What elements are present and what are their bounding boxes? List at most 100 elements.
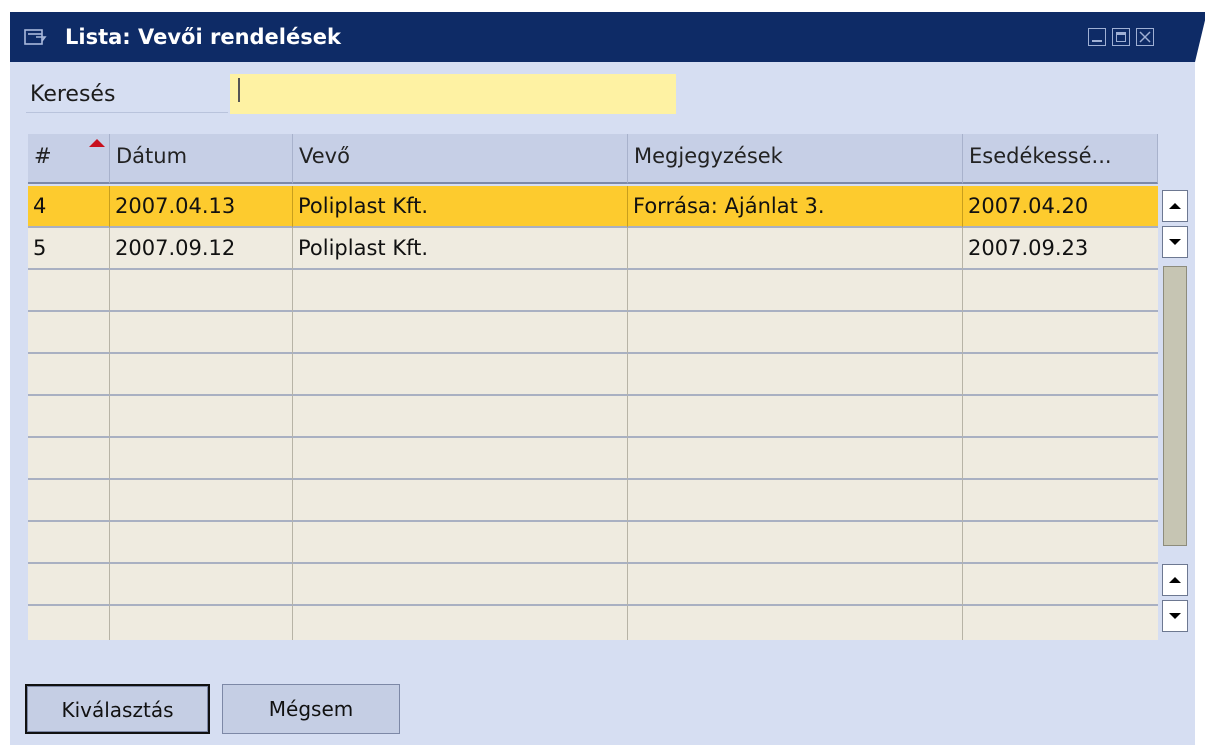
maximize-icon[interactable]	[1112, 28, 1130, 46]
text-caret	[238, 78, 240, 102]
title-bar-notch	[1195, 12, 1205, 62]
table-row-empty[interactable]	[28, 312, 1158, 354]
page-down-button[interactable]	[1162, 226, 1188, 258]
cell-empty	[293, 606, 628, 640]
cell-empty	[110, 396, 293, 438]
cell-empty	[963, 438, 1158, 480]
scroll-down-button[interactable]	[1162, 600, 1188, 632]
table-row-empty[interactable]	[28, 438, 1158, 480]
cell-empty	[110, 564, 293, 606]
page-up-button[interactable]	[1162, 190, 1188, 222]
cell-empty	[28, 480, 110, 522]
cell-empty	[28, 522, 110, 564]
cell-empty	[110, 480, 293, 522]
column-header-label: Dátum	[116, 144, 188, 168]
cell-empty	[28, 354, 110, 396]
cell-empty	[963, 564, 1158, 606]
vertical-scrollbar[interactable]	[1162, 188, 1188, 643]
window-title: Lista: Vevői rendelések	[65, 25, 341, 49]
cell-empty	[28, 564, 110, 606]
cell-empty	[110, 438, 293, 480]
cell-empty	[628, 438, 963, 480]
search-label: Keresés	[30, 82, 116, 107]
column-header-notes[interactable]: Megjegyzések	[628, 134, 963, 184]
cell-empty	[293, 438, 628, 480]
cell-empty	[628, 480, 963, 522]
table-row-empty[interactable]	[28, 354, 1158, 396]
search-label-underline	[26, 112, 228, 113]
select-button[interactable]: Kiválasztás	[25, 684, 210, 734]
cell-empty	[293, 312, 628, 354]
cell-empty	[293, 522, 628, 564]
cell-number: 4	[28, 186, 110, 228]
table-row[interactable]: 5 2007.09.12 Poliplast Kft. 2007.09.23	[28, 228, 1158, 270]
minimize-icon[interactable]	[1088, 28, 1106, 46]
cell-empty	[28, 438, 110, 480]
column-header-label: Esedékessé...	[969, 144, 1112, 168]
table-row-empty[interactable]	[28, 396, 1158, 438]
table-row-empty[interactable]	[28, 480, 1158, 522]
cell-empty	[628, 606, 963, 640]
list-window: Lista: Vevői rendelések Keresés # Dátum …	[0, 0, 1205, 745]
column-header-label: Vevő	[299, 144, 350, 168]
cell-due-date: 2007.04.20	[963, 186, 1158, 228]
search-input[interactable]	[230, 74, 676, 114]
cell-empty	[628, 312, 963, 354]
cell-empty	[628, 564, 963, 606]
cancel-button[interactable]: Mégsem	[222, 684, 400, 734]
window-body: Keresés # Dátum Vevő Megjegyzések Esedék…	[10, 62, 1195, 745]
cell-empty	[628, 522, 963, 564]
column-header-date[interactable]: Dátum	[110, 134, 293, 184]
table-row[interactable]: 4 2007.04.13 Poliplast Kft. Forrása: Ajá…	[28, 186, 1158, 228]
table-row-empty[interactable]	[28, 270, 1158, 312]
cell-empty	[28, 396, 110, 438]
table-row-empty[interactable]	[28, 522, 1158, 564]
cell-empty	[28, 606, 110, 640]
cell-empty	[963, 312, 1158, 354]
column-header-due-date[interactable]: Esedékessé...	[963, 134, 1158, 184]
list-window-icon	[24, 29, 47, 45]
cell-empty	[963, 270, 1158, 312]
cell-empty	[293, 270, 628, 312]
cell-empty	[110, 354, 293, 396]
cell-empty	[963, 480, 1158, 522]
cell-customer: Poliplast Kft.	[293, 228, 628, 270]
cell-customer: Poliplast Kft.	[293, 186, 628, 228]
cell-empty	[628, 270, 963, 312]
cell-empty	[293, 564, 628, 606]
column-header-customer[interactable]: Vevő	[293, 134, 628, 184]
scrollbar-track[interactable]	[1163, 266, 1187, 546]
cell-notes: Forrása: Ajánlat 3.	[628, 186, 963, 228]
column-header-number[interactable]: #	[28, 134, 110, 184]
cell-empty	[293, 354, 628, 396]
cell-empty	[110, 312, 293, 354]
cell-empty	[28, 270, 110, 312]
cell-due-date: 2007.09.23	[963, 228, 1158, 270]
cell-empty	[293, 396, 628, 438]
cell-date: 2007.04.13	[110, 186, 293, 228]
arrow-up-icon	[1169, 203, 1181, 209]
cell-empty	[628, 396, 963, 438]
cell-empty	[110, 270, 293, 312]
column-header-label: Megjegyzések	[634, 144, 783, 168]
table-header: # Dátum Vevő Megjegyzések Esedékessé...	[28, 134, 1158, 184]
sort-ascending-icon	[89, 139, 105, 147]
cell-empty	[28, 312, 110, 354]
table-row-empty[interactable]	[28, 564, 1158, 606]
cell-notes	[628, 228, 963, 270]
title-bar[interactable]: Lista: Vevői rendelések	[10, 12, 1205, 62]
arrow-down-icon	[1169, 613, 1181, 619]
cell-empty	[628, 354, 963, 396]
cell-empty	[110, 606, 293, 640]
cell-number: 5	[28, 228, 110, 270]
cell-empty	[963, 354, 1158, 396]
table-row-empty[interactable]	[28, 606, 1158, 640]
cell-empty	[293, 480, 628, 522]
cell-empty	[963, 606, 1158, 640]
cell-empty	[963, 522, 1158, 564]
arrow-up-icon	[1169, 577, 1181, 583]
cell-empty	[963, 396, 1158, 438]
arrow-down-icon	[1169, 239, 1181, 245]
close-icon[interactable]	[1136, 28, 1154, 46]
scroll-up-button[interactable]	[1162, 564, 1188, 596]
